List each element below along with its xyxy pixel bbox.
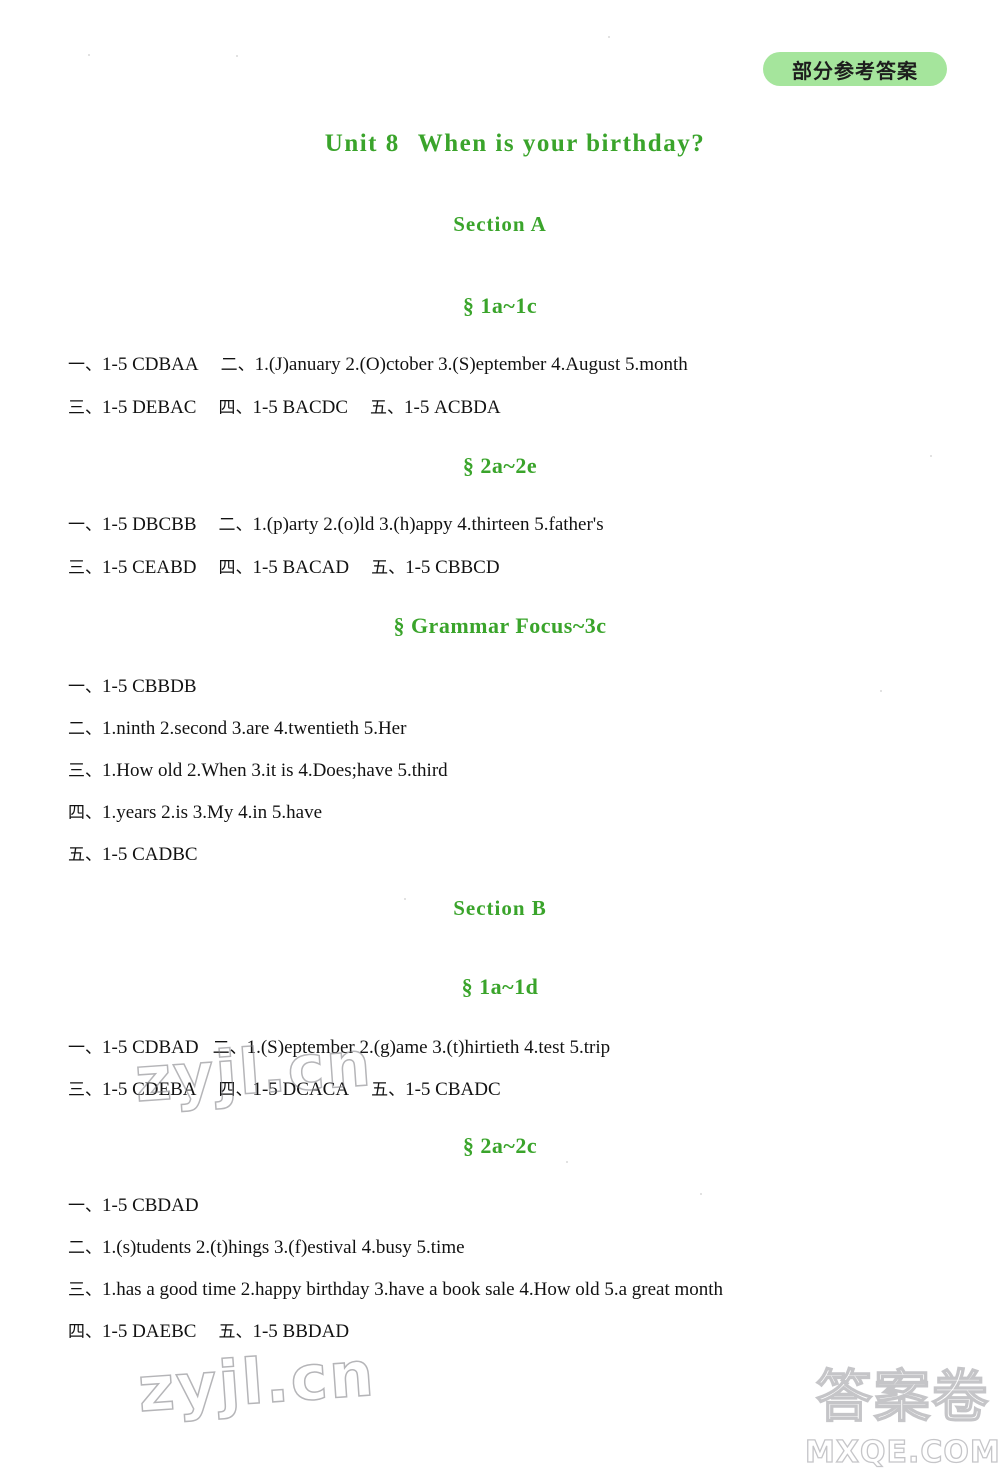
answer-line: 三、1.How old 2.When 3.it is 4.Does;have 5… <box>68 760 968 782</box>
brand-watermark-domain: MXQE.COM <box>804 1434 1000 1470</box>
subsection-heading-grammar-focus-3c: § Grammar Focus~3c <box>393 613 607 638</box>
answer-key-page: 部分参考答案 Unit 8 When is your birthday? Sect… <box>0 0 1000 1470</box>
item-marker: 五、 <box>370 398 405 418</box>
item-answers: 1-5 DCACA <box>252 1079 350 1100</box>
item-answers: 1-5 DAEBC <box>102 1321 197 1342</box>
item-answers: 1.(J)anuary 2.(O)ctober 3.(S)eptember 4.… <box>254 354 688 375</box>
answer-line: 四、1.years 2.is 3.My 4.in 5.have <box>68 802 968 824</box>
item-answers: 1-5 CBBDB <box>102 676 197 697</box>
item-marker: 三、 <box>68 1280 102 1300</box>
subsection-heading-2a-2c: § 2a~2c <box>462 1133 538 1158</box>
item-marker: 三、 <box>68 558 102 578</box>
item-marker: 一、 <box>68 677 102 697</box>
reference-answers-badge: 部分参考答案 <box>763 52 947 86</box>
item-marker: 四、 <box>218 398 253 418</box>
subsection-heading-2a-2e: § 2a~2e <box>462 453 538 478</box>
item-answers: 1-5 CEABD <box>102 557 197 578</box>
item-marker: 一、 <box>68 1038 102 1058</box>
answer-line: 一、1-5 CBDAD <box>68 1195 968 1217</box>
item-answers: 1-5 CADBC <box>102 844 198 865</box>
subsection-heading-1a-1c: § 1a~1c <box>462 293 538 318</box>
page-title: Unit 8 When is your birthday? <box>0 130 1000 158</box>
answer-line: 一、1-5 CBBDB <box>68 676 968 698</box>
item-marker: 二、 <box>220 355 255 375</box>
item-marker: 二、 <box>212 1038 247 1058</box>
answer-line: 二、1.(s)tudents 2.(t)hings 3.(f)estival 4… <box>68 1237 968 1259</box>
item-answers: 1.has a good time 2.happy birthday 3.hav… <box>102 1279 724 1300</box>
item-marker: 一、 <box>68 355 102 375</box>
unit-title-text: When is your birthday? <box>417 130 706 157</box>
site-watermark-bottom: zyjl.cn <box>135 1336 378 1427</box>
answer-line: 一、1-5 CDBAA 二、1.(J)anuary 2.(O)ctober 3.(… <box>68 354 968 376</box>
answer-line: 三、1-5 DEBAC 四、1-5 BACDC 五、1-5 ACBDA <box>68 397 968 419</box>
item-answers: 1.(S)eptember 2.(g)ame 3.(t)hirtieth 4.t… <box>246 1037 611 1058</box>
item-answers: 1.years 2.is 3.My 4.in 5.have <box>102 802 323 823</box>
item-answers: 1-5 BACDC <box>252 397 349 418</box>
brand-watermark: 答案卷 MXQE.COM <box>804 1352 1000 1470</box>
subsection-heading-1a-1d: § 1a~1d <box>461 974 539 999</box>
item-answers: 1-5 CBDAD <box>102 1195 199 1216</box>
item-answers: 1-5 DEBAC <box>102 397 197 418</box>
answer-line: 三、1.has a good time 2.happy birthday 3.h… <box>68 1279 968 1301</box>
item-marker: 三、 <box>68 1080 102 1100</box>
answer-line: 一、1-5 DBCBB 二、1.(p)arty 2.(o)ld 3.(h)appy… <box>68 514 968 536</box>
item-marker: 四、 <box>68 1322 102 1342</box>
item-answers: 1-5 CDBAA <box>102 354 199 375</box>
item-marker: 四、 <box>68 803 102 823</box>
item-marker: 五、 <box>218 1322 253 1342</box>
answer-line: 三、1-5 CDEBA 四、1-5 DCACA 五、1-5 CBADC <box>68 1079 968 1101</box>
item-answers: 1-5 BBDAD <box>252 1321 350 1342</box>
item-marker: 五、 <box>68 845 102 865</box>
item-answers: 1-5 DBCBB <box>102 514 197 535</box>
item-marker: 二、 <box>218 515 253 535</box>
item-answers: 1-5 CBADC <box>405 1079 501 1100</box>
answer-line: 三、1-5 CEABD 四、1-5 BACAD 五、1-5 CBBCD <box>68 557 968 579</box>
brand-watermark-cn: 答案卷 <box>815 1364 990 1431</box>
item-answers: 1.How old 2.When 3.it is 4.Does;have 5.t… <box>102 760 448 781</box>
item-marker: 四、 <box>218 558 253 578</box>
answer-line: 一、1-5 CDBAD 二、1.(S)eptember 2.(g)ame 3.(t… <box>68 1037 968 1059</box>
item-marker: 一、 <box>68 515 102 535</box>
item-answers: 1-5 BACAD <box>252 557 350 578</box>
unit-number: Unit 8 <box>324 130 400 157</box>
answer-line: 五、1-5 CADBC <box>68 844 968 866</box>
item-marker: 二、 <box>68 1238 102 1258</box>
item-marker: 四、 <box>218 1080 253 1100</box>
item-marker: 三、 <box>68 398 102 418</box>
section-heading-b: Section B <box>453 896 547 920</box>
item-marker: 五、 <box>371 1080 406 1100</box>
item-marker: 五、 <box>371 558 406 578</box>
item-marker: 一、 <box>68 1196 102 1216</box>
item-answers: 1.(p)arty 2.(o)ld 3.(h)appy 4.thirteen 5… <box>252 514 604 535</box>
item-marker: 三、 <box>68 761 102 781</box>
item-answers: 1-5 CDBAD <box>102 1037 199 1058</box>
item-answers: 1-5 ACBDA <box>404 397 501 418</box>
item-answers: 1-5 CDEBA <box>102 1079 197 1100</box>
item-answers: 1-5 CBBCD <box>405 557 500 578</box>
answer-line: 四、1-5 DAEBC 五、1-5 BBDAD <box>68 1321 968 1343</box>
item-marker: 二、 <box>68 719 102 739</box>
item-answers: 1.ninth 2.second 3.are 4.twentieth 5.Her <box>102 718 407 739</box>
answer-line: 二、1.ninth 2.second 3.are 4.twentieth 5.H… <box>68 718 968 740</box>
item-answers: 1.(s)tudents 2.(t)hings 3.(f)estival 4.b… <box>102 1237 465 1258</box>
section-heading-a: Section A <box>453 212 547 236</box>
